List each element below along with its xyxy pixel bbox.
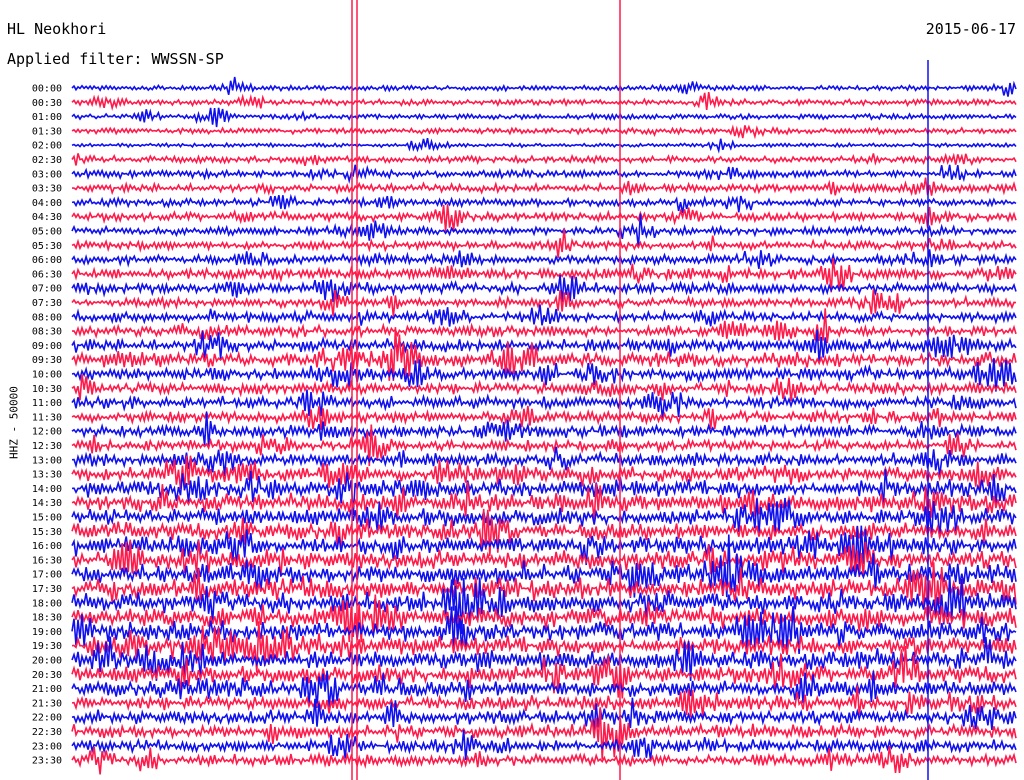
trace-line [71,152,1017,167]
time-label: 19:30 [32,641,62,652]
time-label: 12:00 [32,427,62,438]
trace-line [71,213,1017,248]
time-label: 17:00 [32,570,62,581]
time-label: 14:30 [32,498,62,509]
time-label: 01:30 [32,126,62,137]
time-label: 15:30 [32,527,62,538]
trace-line [71,91,1017,111]
time-label: 22:00 [32,713,62,724]
trace-line [71,138,1017,154]
trace-line [71,249,1017,269]
trace-line [72,177,1017,197]
trace-line [71,76,1017,97]
time-labels-group: 00:00 00:30 01:00 01:30 02:00 02:30 03:00 03:30… [32,84,62,767]
time-label: 06:30 [32,269,62,280]
time-label: 18:30 [32,613,62,624]
time-label: 07:30 [32,298,62,309]
time-label: 02:00 [32,141,62,152]
time-label: 03:00 [32,169,62,180]
time-label: 23:00 [32,741,62,752]
time-label: 15:00 [32,513,62,524]
time-label: 10:30 [32,384,62,395]
trace-line [71,193,1017,214]
time-label: 16:00 [32,541,62,552]
time-label: 14:00 [32,484,62,495]
time-label: 08:30 [32,327,62,338]
time-label: 13:30 [32,470,62,481]
time-label: 21:30 [32,698,62,709]
time-label: 17:30 [32,584,62,595]
time-label: 22:30 [32,727,62,738]
time-label: 07:00 [32,284,62,295]
time-label: 11:00 [32,398,62,409]
time-label: 11:30 [32,412,62,423]
trace-line [71,228,1017,258]
time-label: 19:00 [32,627,62,638]
traces-group [71,0,1017,780]
time-label: 01:00 [32,112,62,123]
time-label: 04:30 [32,212,62,223]
time-label: 05:30 [32,241,62,252]
time-label: 18:00 [32,598,62,609]
time-label: 05:00 [32,227,62,238]
time-label: 03:30 [32,184,62,195]
time-label: 21:00 [32,684,62,695]
trace-line [71,107,1017,128]
time-label: 08:00 [32,312,62,323]
trace-line [71,745,1017,775]
time-label: 20:00 [32,656,62,667]
time-label: 20:30 [32,670,62,681]
time-label: 12:30 [32,441,62,452]
time-label: 06:00 [32,255,62,266]
time-label: 02:30 [32,155,62,166]
time-label: 09:00 [32,341,62,352]
time-label: 23:30 [32,756,62,767]
trace-line [71,124,1017,140]
seismogram-plot: 00:00 00:30 01:00 01:30 02:00 02:30 03:00 03:30… [32,0,1017,780]
time-label: 10:00 [32,370,62,381]
trace-line [71,204,1017,232]
time-label: 00:00 [32,84,62,95]
time-label: 00:30 [32,98,62,109]
time-label: 09:30 [32,355,62,366]
trace-line [71,164,1017,184]
time-label: 16:30 [32,555,62,566]
time-label: 04:00 [32,198,62,209]
time-label: 13:00 [32,455,62,466]
